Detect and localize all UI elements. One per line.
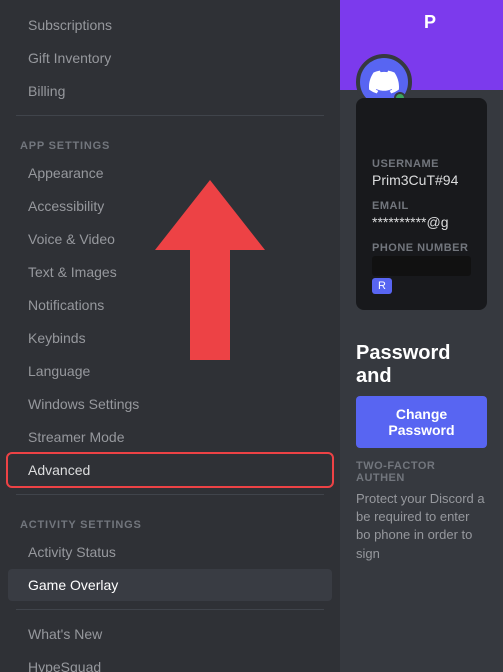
two-factor-section: TWO-FACTOR AUTHEN Protect your Discord a… (340, 460, 503, 579)
email-label: EMAIL (372, 200, 471, 212)
sidebar-item-hypesquad[interactable]: HypeSquad (8, 651, 332, 672)
app-settings-label: APP SETTINGS (0, 124, 340, 156)
change-password-button[interactable]: Change Password (356, 396, 487, 448)
sidebar-item-subscriptions[interactable]: Subscriptions (8, 9, 332, 41)
divider (16, 115, 324, 116)
sidebar-item-advanced[interactable]: Advanced (8, 454, 332, 486)
sidebar-item-appearance[interactable]: Appearance (8, 157, 332, 189)
email-value: **********@g (372, 214, 471, 230)
sidebar-item-game-overlay[interactable]: Game Overlay (8, 569, 332, 601)
two-factor-title: TWO-FACTOR AUTHEN (356, 460, 487, 484)
activity-settings-label: ACTIVITY SETTINGS (0, 503, 340, 535)
sidebar-item-streamer-mode[interactable]: Streamer Mode (8, 421, 332, 453)
sidebar-item-language[interactable]: Language (8, 355, 332, 387)
sidebar: Subscriptions Gift Inventory Billing APP… (0, 0, 340, 672)
sidebar-item-gift-inventory[interactable]: Gift Inventory (8, 42, 332, 74)
sidebar-item-keybinds[interactable]: Keybinds (8, 322, 332, 354)
username-display: P (424, 12, 436, 33)
sidebar-item-voice-video[interactable]: Voice & Video (8, 223, 332, 255)
sidebar-item-billing[interactable]: Billing (8, 75, 332, 107)
phone-edit-button[interactable]: R (372, 278, 392, 294)
divider-3 (16, 609, 324, 610)
sidebar-item-windows-settings[interactable]: Windows Settings (8, 388, 332, 420)
two-factor-desc: Protect your Discord a be required to en… (356, 490, 487, 563)
divider-2 (16, 494, 324, 495)
sidebar-item-activity-status[interactable]: Activity Status (8, 536, 332, 568)
sidebar-item-whats-new[interactable]: What's New (8, 618, 332, 650)
sidebar-item-notifications[interactable]: Notifications (8, 289, 332, 321)
password-section-title: Password and (340, 326, 503, 396)
username-value: Prim3CuT#94 (372, 172, 471, 188)
phone-value (372, 256, 471, 276)
phone-label: PHONE NUMBER (372, 242, 471, 254)
discord-icon (369, 67, 399, 97)
profile-card: USERNAME Prim3CuT#94 EMAIL **********@g … (356, 98, 487, 310)
sidebar-item-accessibility[interactable]: Accessibility (8, 190, 332, 222)
right-panel: P USERNAME Prim3CuT#94 EMAIL **********@… (340, 0, 503, 672)
profile-banner: P (340, 0, 503, 90)
sidebar-item-text-images[interactable]: Text & Images (8, 256, 332, 288)
username-label: USERNAME (372, 158, 471, 170)
